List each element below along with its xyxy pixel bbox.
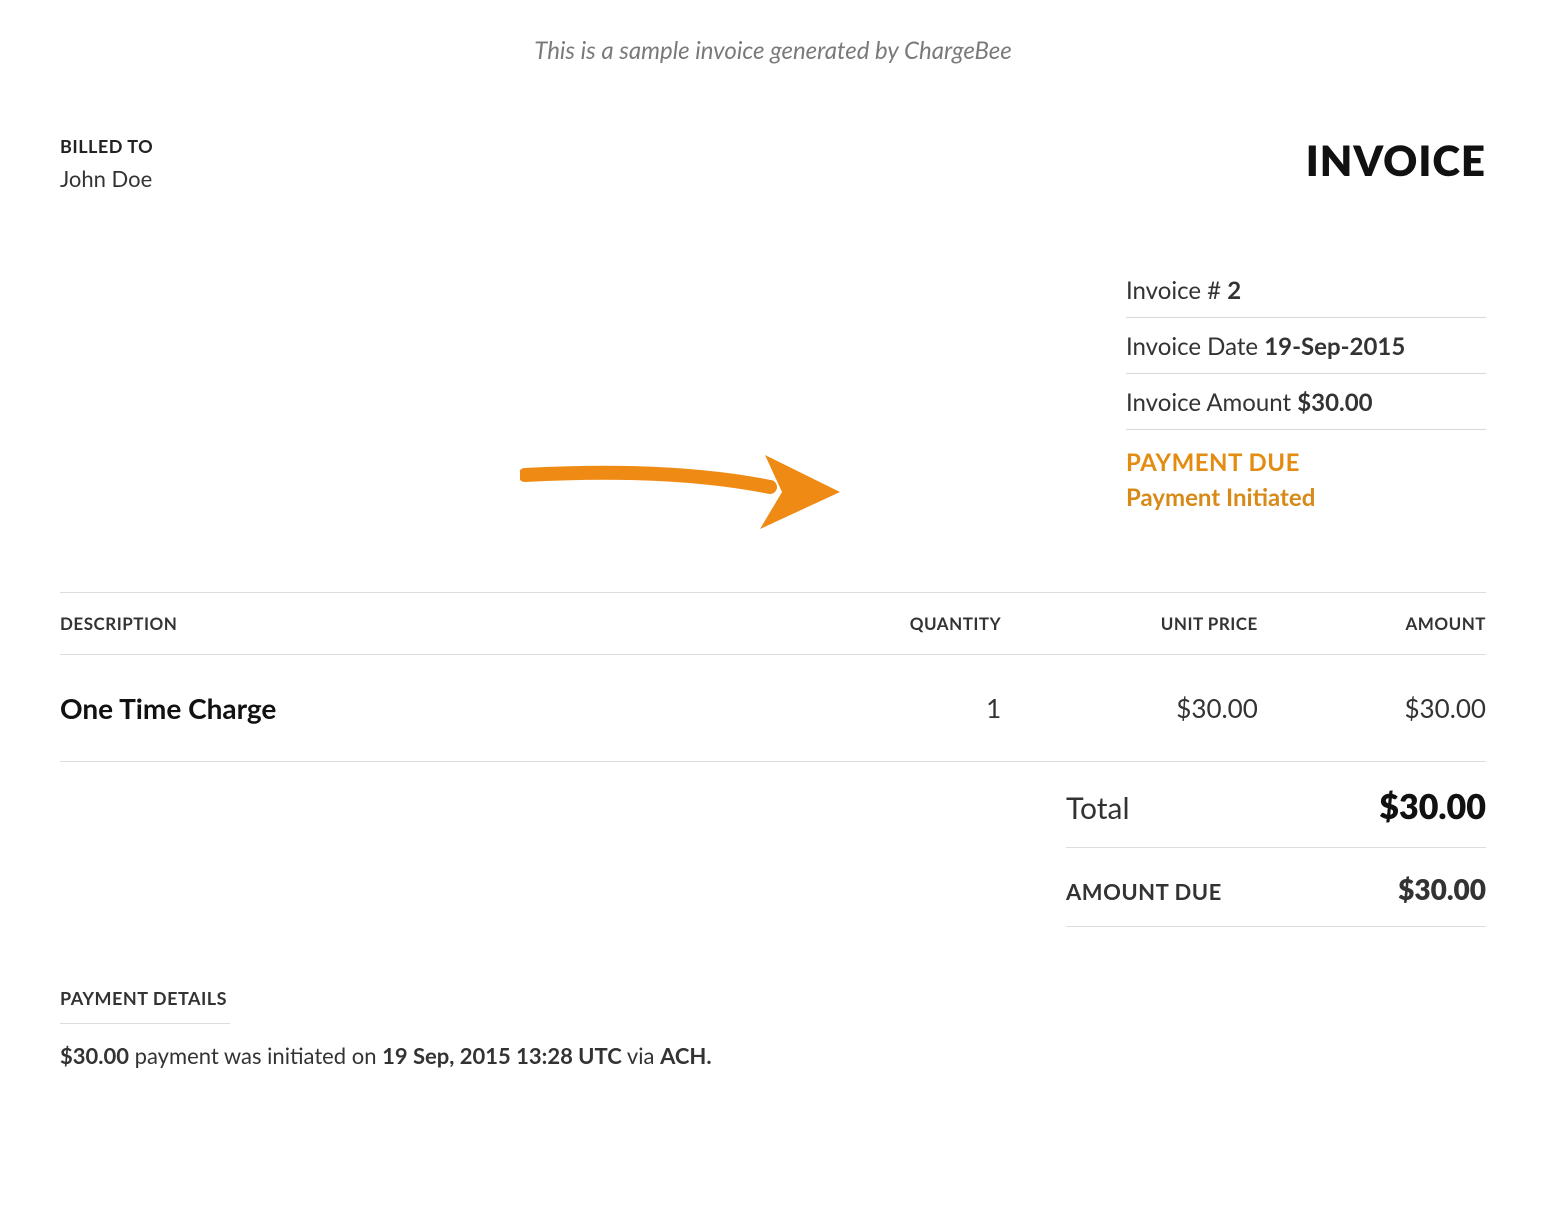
amount-due-label: AMOUNT DUE <box>1066 878 1222 905</box>
pd-method: ACH. <box>660 1042 712 1069</box>
amount-due-row: AMOUNT DUE $30.00 <box>1066 848 1486 927</box>
col-quantity: QUANTITY <box>802 593 1002 655</box>
col-amount: AMOUNT <box>1258 593 1486 655</box>
pd-mid: payment was initiated on <box>129 1042 382 1069</box>
line-items-table: DESCRIPTION QUANTITY UNIT PRICE AMOUNT O… <box>60 592 1486 762</box>
payment-details-heading: PAYMENT DETAILS <box>60 987 230 1024</box>
invoice-date-label: Invoice Date <box>1126 332 1264 361</box>
amount-due-value: $30.00 <box>1398 872 1486 906</box>
payment-initiated-label: Payment Initiated <box>1126 483 1486 512</box>
total-value: $30.00 <box>1379 786 1486 827</box>
payment-details-block: PAYMENT DETAILS $30.00 payment was initi… <box>60 987 1486 1069</box>
pd-timestamp: 19 Sep, 2015 13:28 UTC <box>382 1042 622 1069</box>
total-row: Total $30.00 <box>1066 762 1486 848</box>
item-description: One Time Charge <box>60 655 802 762</box>
billed-to-name: John Doe <box>60 165 153 192</box>
invoice-amount-row: Invoice Amount $30.00 <box>1126 374 1486 430</box>
invoice-amount-label: Invoice Amount <box>1126 388 1297 417</box>
billed-to-label: BILLED TO <box>60 135 153 157</box>
sample-invoice-note: This is a sample invoice generated by Ch… <box>0 36 1546 65</box>
callout-arrow-icon <box>520 437 840 547</box>
col-unit-price: UNIT PRICE <box>1001 593 1258 655</box>
pd-amount: $30.00 <box>60 1042 129 1069</box>
invoice-meta: Invoice # 2 Invoice Date 19-Sep-2015 Inv… <box>1126 262 1486 512</box>
item-unit-price: $30.00 <box>1001 655 1258 762</box>
invoice-number-label: Invoice # <box>1126 276 1227 305</box>
invoice-title: INVOICE <box>1306 135 1486 185</box>
payment-details-text: $30.00 payment was initiated on 19 Sep, … <box>60 1042 1486 1069</box>
totals-block: Total $30.00 AMOUNT DUE $30.00 <box>1066 762 1486 927</box>
total-label: Total <box>1066 790 1130 826</box>
invoice-date-row: Invoice Date 19-Sep-2015 <box>1126 318 1486 374</box>
invoice-amount-value: $30.00 <box>1297 388 1372 417</box>
invoice-number-row: Invoice # 2 <box>1126 262 1486 318</box>
invoice-date-value: 19-Sep-2015 <box>1264 332 1405 361</box>
payment-status-block: PAYMENT DUE Payment Initiated <box>1126 430 1486 512</box>
item-amount: $30.00 <box>1258 655 1486 762</box>
table-row: One Time Charge 1 $30.00 $30.00 <box>60 655 1486 762</box>
col-description: DESCRIPTION <box>60 593 802 655</box>
pd-via: via <box>622 1042 660 1069</box>
payment-due-label: PAYMENT DUE <box>1126 448 1486 477</box>
billed-to-block: BILLED TO John Doe <box>60 135 153 192</box>
item-quantity: 1 <box>802 655 1002 762</box>
invoice-number-value: 2 <box>1227 276 1241 305</box>
